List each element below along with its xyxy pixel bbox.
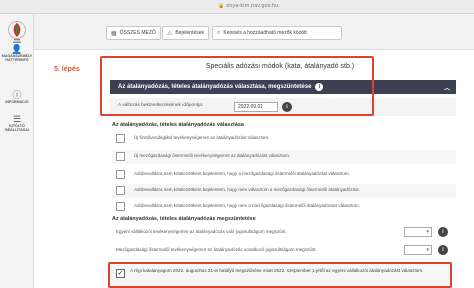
sidebar-item-info[interactable]: ⓘ INFORMÁCIÓ (0, 90, 34, 104)
choice-item[interactable]: Adóbevallásra nem kötelezettként bejelen… (112, 168, 456, 182)
choice-item[interactable]: Adóbevallásra nem kötelezettként bejelen… (112, 200, 456, 214)
errors-button[interactable]: ⚠ Bejelentések (162, 26, 210, 40)
end-heading: Az átalányadózás, tételes átalányadózás … (112, 216, 256, 222)
choice-heading: Az átalányadózás, tételes átalányadózás … (112, 122, 244, 128)
choice-item[interactable]: Új mezőgazdasági őstermelői tevékenysége… (112, 150, 456, 164)
end-row: Egyéni vállalkozói tevékenységemre az át… (112, 224, 456, 240)
checkbox[interactable] (116, 186, 125, 195)
sidebar-item-profile[interactable]: 👤 MAGÁNSZEMÉLY HÁTTÉRINFÓ (0, 44, 34, 63)
checkbox[interactable] (116, 170, 125, 179)
highlight-frame-top (100, 56, 374, 116)
sidebar: 👤 MAGÁNSZEMÉLY HÁTTÉRINFÓ ⓘ INFORMÁCIÓ ☰… (0, 14, 34, 288)
lock-icon: 🔒 (218, 3, 225, 9)
field-search-input[interactable]: ⌕ Keresés a hozzáadható mezők között (212, 26, 342, 40)
browser-bar: 🔒 onya-kim.nav.gov.hu (0, 0, 474, 14)
search-icon: ⌕ (217, 29, 221, 36)
end-select[interactable] (404, 245, 432, 255)
nav-logo (8, 21, 26, 43)
sliders-icon: ☰ (12, 114, 22, 124)
choice-item[interactable]: Új fizetővendéglátó tevékenységemre az á… (112, 132, 456, 146)
checkbox[interactable] (116, 134, 125, 143)
user-icon: 👤 (11, 44, 23, 54)
chevron-up-icon[interactable]: ︿ (444, 83, 450, 92)
end-row: Mezőgazdasági őstermelői tevékenységemre… (112, 242, 456, 258)
info-icon[interactable]: i (438, 227, 448, 237)
step-label: 5. lépés (54, 66, 80, 73)
all-fields-button[interactable]: ▦ ÖSSZES MEZŐ (106, 26, 161, 40)
info-icon[interactable]: i (438, 245, 448, 255)
toolbar: ▦ ÖSSZES MEZŐ ⚠ Bejelentések ⌕ Keresés a ho… (34, 14, 474, 50)
checkbox[interactable] (116, 202, 125, 211)
alert-icon: ⚠ (167, 30, 173, 37)
checkbox[interactable] (116, 152, 125, 161)
info-icon: ⓘ (12, 90, 22, 100)
address-bar[interactable]: 🔒 onya-kim.nav.gov.hu (218, 3, 278, 9)
grid-icon: ▦ (111, 30, 117, 37)
highlight-frame-bottom (108, 262, 452, 288)
choice-item[interactable]: Adóbevallásra nem kötelezettként bejelen… (112, 184, 456, 198)
sidebar-item-settings[interactable]: ☰ KITÖLTŐ BEÁLLÍTÁSAI (0, 114, 34, 133)
end-select[interactable] (404, 227, 432, 237)
